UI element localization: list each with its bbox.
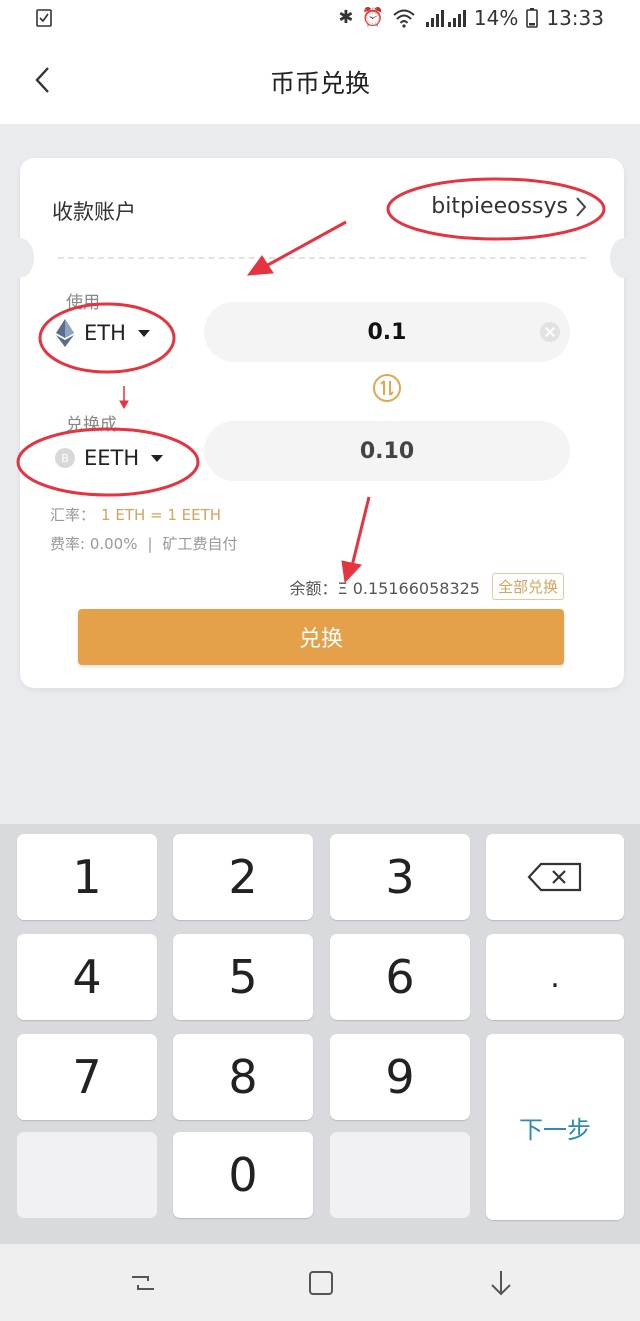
- key-4[interactable]: 4: [17, 934, 157, 1020]
- key-8[interactable]: 8: [173, 1034, 313, 1120]
- fee-info: 费率: 0.00% | 矿工费自付: [50, 533, 238, 554]
- key-0[interactable]: 0: [173, 1132, 313, 1218]
- key-1[interactable]: 1: [17, 834, 157, 920]
- numeric-keyboard: 1 2 3 4 5 6 . 7 8 9 下一步 0: [0, 824, 640, 1244]
- use-label: 使用: [66, 293, 100, 313]
- bluetooth-icon: ✱: [338, 7, 354, 28]
- rate-label: 汇率：: [50, 506, 96, 524]
- checklist-icon: [36, 9, 52, 27]
- from-coin-name: ETH: [84, 321, 126, 345]
- key-9[interactable]: 9: [330, 1034, 470, 1120]
- ethereum-icon: [56, 319, 74, 347]
- to-coin-name: EETH: [84, 446, 140, 470]
- from-amount-input[interactable]: 0.1: [204, 302, 570, 362]
- key-backspace[interactable]: [486, 834, 624, 920]
- header: 币币兑换: [0, 38, 640, 124]
- key-dot[interactable]: .: [486, 934, 624, 1020]
- dashed-divider: [58, 257, 586, 259]
- exchange-rate: 汇率： 1 ETH = 1 EETH: [50, 504, 221, 525]
- exchange-card: 收款账户 bitpieeossys 使用 ETH 0.1 兑换成 B EETH: [6, 158, 638, 688]
- chevron-right-icon: [576, 196, 587, 217]
- swap-arrows-icon[interactable]: [372, 373, 402, 403]
- from-coin-selector[interactable]: ETH: [54, 318, 150, 348]
- key-5[interactable]: 5: [173, 934, 313, 1020]
- battery-icon: [526, 8, 539, 28]
- key-7[interactable]: 7: [17, 1034, 157, 1120]
- back-nav-icon[interactable]: [486, 1268, 516, 1298]
- battery-percent: 14%: [473, 6, 519, 30]
- home-icon[interactable]: [306, 1268, 336, 1298]
- receive-account-value: bitpieeossys: [431, 194, 568, 219]
- to-amount-value: 0.10: [359, 438, 415, 464]
- fee-rate: 费率: 0.00%: [50, 535, 138, 553]
- convert-to-label: 兑换成: [66, 415, 117, 435]
- alarm-icon: ⏰: [361, 7, 384, 28]
- receive-account-selector[interactable]: bitpieeossys: [431, 194, 588, 219]
- page-title: 币币兑换: [269, 69, 370, 98]
- key-blank-left: [17, 1132, 157, 1218]
- convert-all-button[interactable]: 全部兑换: [491, 573, 564, 600]
- balance-row: 余额：Ξ 0.15166058325 全部兑换: [290, 573, 564, 600]
- rate-value: 1 ETH = 1 EETH: [101, 506, 222, 524]
- navigation-bar: [0, 1244, 640, 1321]
- caret-down-icon: [151, 454, 164, 462]
- wifi-icon: [393, 9, 415, 28]
- balance-text: 余额：Ξ 0.15166058325: [290, 575, 480, 599]
- key-2[interactable]: 2: [173, 834, 313, 920]
- balance-symbol: Ξ: [337, 578, 348, 598]
- key-6[interactable]: 6: [330, 934, 470, 1020]
- signal-icon: [425, 10, 466, 27]
- backspace-icon: [527, 862, 582, 892]
- status-right: ✱ ⏰ 14% 13:33: [338, 6, 604, 30]
- recent-apps-icon[interactable]: [128, 1268, 158, 1298]
- miner-fee: 矿工费自付: [162, 535, 238, 553]
- from-amount-value: 0.1: [367, 319, 407, 345]
- ticket-notch-right: [610, 238, 638, 278]
- to-amount-display: 0.10: [204, 421, 570, 481]
- key-blank-right: [330, 1132, 470, 1218]
- balance-label: 余额：: [289, 578, 338, 598]
- key-3[interactable]: 3: [330, 834, 470, 920]
- exchange-button[interactable]: 兑换: [78, 609, 564, 665]
- next-step-key[interactable]: 下一步: [486, 1034, 624, 1220]
- clear-icon[interactable]: [540, 322, 560, 342]
- svg-text:B: B: [61, 452, 69, 465]
- caret-down-icon: [137, 329, 150, 337]
- clock: 13:33: [546, 6, 604, 30]
- fee-separator: |: [147, 535, 153, 553]
- receive-account-label: 收款账户: [52, 200, 136, 224]
- eeth-coin-icon: B: [55, 448, 75, 468]
- to-coin-selector[interactable]: B EETH: [54, 446, 164, 470]
- ticket-notch-left: [6, 238, 34, 278]
- balance-value: 0.15166058325: [352, 578, 480, 598]
- status-bar: ✱ ⏰ 14% 13:33: [0, 0, 640, 38]
